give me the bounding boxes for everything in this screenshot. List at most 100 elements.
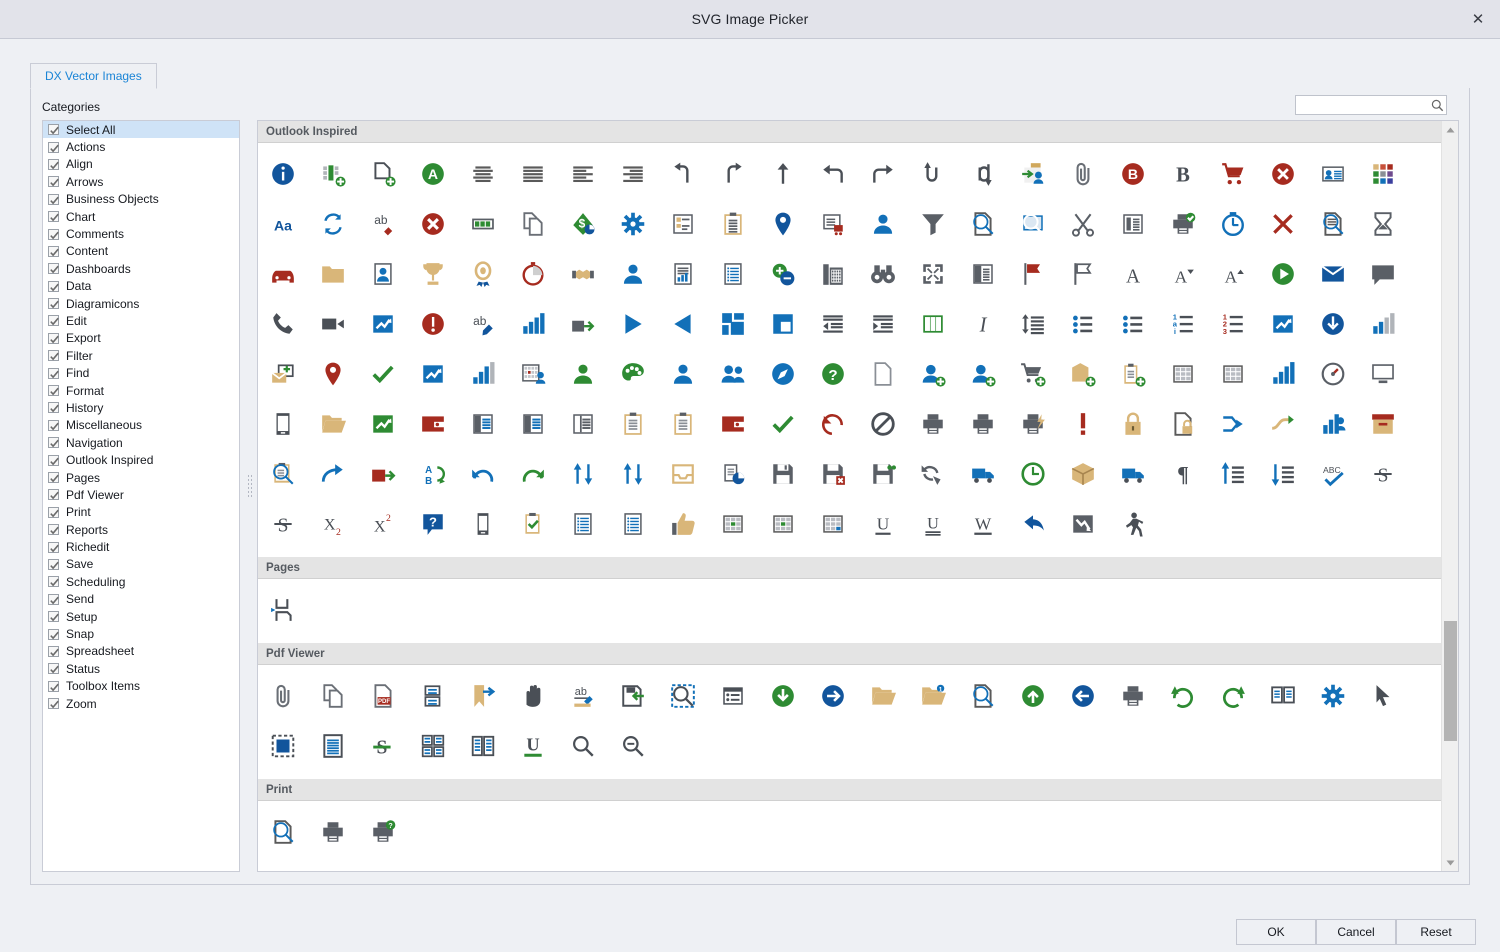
multilevel-list-icon[interactable]: 1ai: [1158, 299, 1208, 349]
increase-font-icon[interactable]: A: [1208, 249, 1258, 299]
category-item[interactable]: Filter: [43, 347, 239, 364]
phone-call-icon[interactable]: [258, 299, 308, 349]
font-a-icon[interactable]: A: [1108, 249, 1158, 299]
table-green-icon[interactable]: [708, 499, 758, 549]
checkbox-checked-icon[interactable]: [48, 281, 59, 292]
strike-s-icon[interactable]: S: [1358, 449, 1408, 499]
paste-doc-icon[interactable]: [658, 399, 708, 449]
clock-blue-icon[interactable]: [1208, 199, 1258, 249]
arrow-up-left-icon[interactable]: [658, 149, 708, 199]
category-item[interactable]: Comments: [43, 225, 239, 242]
bar-chart-blue-icon[interactable]: [1258, 349, 1308, 399]
category-item[interactable]: Spreadsheet: [43, 643, 239, 660]
fullscreen-icon[interactable]: [908, 249, 958, 299]
search-icon[interactable]: [1428, 99, 1446, 112]
cart-icon[interactable]: [1208, 149, 1258, 199]
scrollbar-thumb[interactable]: [1444, 621, 1457, 741]
business-card-icon[interactable]: [1308, 149, 1358, 199]
upload-green-icon[interactable]: [1008, 671, 1058, 721]
checkbox-checked-icon[interactable]: [48, 507, 59, 518]
cut-scissors-icon[interactable]: [1058, 199, 1108, 249]
copy-pages-icon[interactable]: [308, 671, 358, 721]
category-item[interactable]: Snap: [43, 625, 239, 642]
play-icon[interactable]: [608, 299, 658, 349]
panel-splitter[interactable]: [243, 120, 257, 872]
bullet-doc-icon[interactable]: [608, 499, 658, 549]
check-green-icon[interactable]: [358, 349, 408, 399]
checkbox-checked-icon[interactable]: [48, 524, 59, 535]
icon-gallery-scroll-area[interactable]: Outlook InspiredABBAaab$AAAabI1ai123?AB¶…: [258, 121, 1443, 871]
bookmark-arrow-icon[interactable]: [458, 671, 508, 721]
spellcheck-abc-icon[interactable]: ABC: [1308, 449, 1358, 499]
category-item[interactable]: Zoom: [43, 695, 239, 712]
search-input[interactable]: [1300, 96, 1428, 114]
category-item[interactable]: Scheduling: [43, 573, 239, 590]
comment-icon[interactable]: [1358, 249, 1408, 299]
paste-icon[interactable]: [608, 399, 658, 449]
find-document-icon[interactable]: [1308, 199, 1358, 249]
battery-icon[interactable]: [458, 199, 508, 249]
blank-page-icon[interactable]: [858, 349, 908, 399]
align-center-icon[interactable]: [458, 149, 508, 199]
import-icon[interactable]: [558, 299, 608, 349]
line-spacing-down-icon[interactable]: [1258, 449, 1308, 499]
ok-button[interactable]: OK: [1236, 919, 1316, 945]
sort-ab-icon[interactable]: AB: [408, 449, 458, 499]
checkbox-checked-icon[interactable]: [48, 124, 59, 135]
trend-green-icon[interactable]: [358, 399, 408, 449]
category-item[interactable]: Chart: [43, 208, 239, 225]
checkbox-checked-icon[interactable]: [48, 594, 59, 605]
exclamation-icon[interactable]: [1058, 399, 1108, 449]
category-item[interactable]: Navigation: [43, 434, 239, 451]
category-item[interactable]: Reports: [43, 521, 239, 538]
superscript-icon[interactable]: X2: [358, 499, 408, 549]
chart-person-icon[interactable]: [1308, 399, 1358, 449]
palette-icon[interactable]: [608, 349, 658, 399]
decline-chart-icon[interactable]: [1058, 499, 1108, 549]
info-circle-icon[interactable]: [258, 149, 308, 199]
printer-icon[interactable]: [958, 399, 1008, 449]
trophy-icon[interactable]: [408, 249, 458, 299]
clipboard-icon[interactable]: [708, 199, 758, 249]
checkbox-checked-icon[interactable]: [48, 611, 59, 622]
checkbox-checked-icon[interactable]: [48, 229, 59, 240]
zoom-out-icon[interactable]: [608, 721, 658, 771]
save-all-icon[interactable]: [858, 449, 908, 499]
wallet-icon[interactable]: [408, 399, 458, 449]
previous-blue-icon[interactable]: [1058, 671, 1108, 721]
settings-gear-icon[interactable]: [608, 199, 658, 249]
subscript-icon[interactable]: X2: [308, 499, 358, 549]
category-item[interactable]: Format: [43, 382, 239, 399]
category-item[interactable]: Arrows: [43, 173, 239, 190]
truck-blue-icon[interactable]: [958, 449, 1008, 499]
checkbox-checked-icon[interactable]: [48, 176, 59, 187]
document-list-icon[interactable]: [458, 399, 508, 449]
play-circle-icon[interactable]: [1258, 249, 1308, 299]
flow-arrow-icon[interactable]: [1258, 399, 1308, 449]
portrait-frame-icon[interactable]: [358, 249, 408, 299]
page-thumbnails-icon[interactable]: [1258, 671, 1308, 721]
settings-blue-icon[interactable]: [1308, 671, 1358, 721]
tablet-icon[interactable]: [258, 399, 308, 449]
checkbox-checked-icon[interactable]: [48, 211, 59, 222]
timer-icon[interactable]: [508, 249, 558, 299]
print-check-icon[interactable]: [1158, 199, 1208, 249]
cancel-circle-icon[interactable]: [1258, 149, 1308, 199]
category-item[interactable]: Dashboards: [43, 260, 239, 277]
underline-icon[interactable]: U: [858, 499, 908, 549]
phone-mobile-icon[interactable]: [458, 499, 508, 549]
category-item[interactable]: Save: [43, 556, 239, 573]
cancel-button[interactable]: Cancel: [1316, 919, 1396, 945]
checkbox-checked-icon[interactable]: [48, 420, 59, 431]
copy-pages-icon[interactable]: [508, 199, 558, 249]
category-item[interactable]: Print: [43, 504, 239, 521]
two-pane-icon[interactable]: [508, 399, 558, 449]
video-camera-icon[interactable]: [308, 299, 358, 349]
category-item[interactable]: Edit: [43, 312, 239, 329]
snap-corner-icon[interactable]: [758, 299, 808, 349]
help-circle-icon[interactable]: ?: [808, 349, 858, 399]
undo-circle-icon[interactable]: [808, 399, 858, 449]
checkbox-checked-icon[interactable]: [48, 576, 59, 587]
merge-arrows-icon[interactable]: [1208, 399, 1258, 449]
pointer-icon[interactable]: [1358, 671, 1408, 721]
